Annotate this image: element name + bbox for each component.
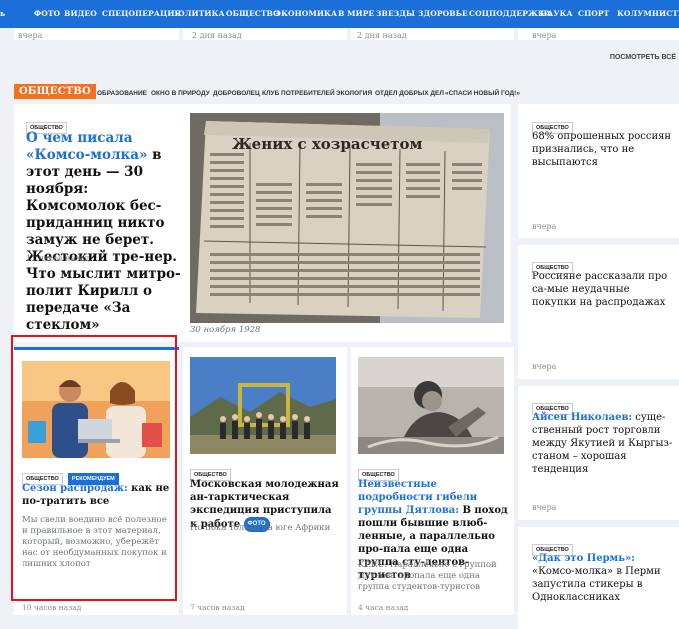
expedition-group-image [190,357,336,454]
subtab-education[interactable]: ОБРАЗОВАНИЕ [97,90,147,97]
subtab-volunteer[interactable]: ДОБРОВОЛЕЦ [213,90,260,97]
right-article-card[interactable]: ОБЩЕСТВО 68% опрошенных россиян признали… [518,104,679,238]
see-all-link[interactable]: ПОСМОТРЕТЬ ВСЁ [610,54,676,61]
main-article-title[interactable]: О чем писала «Комсо-молка» в этот день —… [26,130,188,334]
subtab-good-deeds[interactable]: ОТДЕЛ ДОБРЫХ ДЕЛ [375,90,444,97]
right-article-title[interactable]: 68% опрошенных россиян признались, что н… [532,130,674,169]
article-time: 4 часа назад [358,603,409,612]
newspaper-headline: Жених с хозрасчетом [232,135,423,153]
bottom-article-card[interactable]: ОБЩЕСТВО Неизвестные подробности гибели … [351,347,514,615]
newspaper-image: Жених с хозрасчетом [190,113,504,323]
right-article-card[interactable]: ОБЩЕСТВО Айсен Николаев: суще-ственный р… [518,386,679,520]
article-time: 7 часов назад [190,603,245,612]
nav-item-sport[interactable]: СПОРТ [578,9,609,18]
nav-item-photo[interactable]: ФОТО [34,9,60,18]
expedition-photo[interactable] [190,357,336,454]
right-article-card[interactable]: ОБЩЕСТВО Россияне рассказали про са-мые … [518,245,679,379]
section-badge[interactable]: ОБЩЕСТВО [14,84,96,99]
nav-item-society[interactable]: ОБЩЕСТВО [226,9,280,18]
subtab-nature[interactable]: ОКНО В ПРИРОДУ [151,90,210,97]
right-article-title[interactable]: Россияне рассказали про са-мые неудачные… [532,270,674,309]
highlight-box [11,335,177,601]
subtab-consumer-club[interactable]: КЛУБ ПОТРЕБИТЕЛЕЙ [262,90,335,97]
nav-item-columnists[interactable]: КОЛУМНИСТЫ [617,9,679,18]
nav-item-economy[interactable]: ЭКОНОМИКА [275,9,337,18]
article-time: 10 часов назад [22,603,82,612]
main-article-card[interactable]: ОБЩЕСТВО О чем писала «Комсо-молка» в эт… [14,104,511,342]
article-time: вчера [532,362,557,371]
nav-item-special-operation[interactable]: СПЕЦОПЕРАЦИЯ [102,9,181,18]
dyatlov-photo[interactable] [358,357,504,454]
bottom-article-card[interactable]: ОБЩЕСТВО Московская молодежная ан-таркти… [183,347,347,615]
photo-caption: 30 ноября 1928 [190,325,261,335]
newspaper-photo[interactable]: Жених с хозрасчетом [190,113,504,323]
subtab-save-new-year[interactable]: «СПАСИ НОВЫЙ ГОД!» [445,90,520,97]
nav-item-video[interactable]: ВИДЕО [64,9,97,18]
right-article-title[interactable]: Айсен Николаев: суще-ственный рост торго… [532,411,674,476]
article-time: вчера [532,222,557,231]
nav-item-health[interactable]: ЗДОРОВЬЕ [418,9,468,18]
article-time: вчера [532,503,557,512]
strip-time: 2 дня назад [357,31,407,40]
top-navigation: ь ФОТО ВИДЕО СПЕЦОПЕРАЦИЯ ПОЛИТИКА ОБЩЕС… [0,0,679,28]
nav-item-science[interactable]: НАУКА [540,9,573,18]
nav-item-world[interactable]: В МИРЕ [338,9,374,18]
right-article-card[interactable]: ОБЩЕСТВО «Дак это Пермь»: «Комсо-молка» … [518,527,679,629]
subtab-ecology[interactable]: ЭКОЛОГИЯ [336,90,372,97]
article-time: 11 часов назад [26,254,90,263]
nav-item-social-support[interactable]: СОЦПОДДЕРЖКА [469,9,551,18]
nav-item-partial[interactable]: ь [0,9,5,18]
strip-time: вчера [532,31,557,40]
article-lead: KP.RU: Параллельно с группой Дятлова про… [358,560,497,592]
nav-item-stars[interactable]: ЗВЕЗДЫ [376,9,415,18]
right-article-title[interactable]: «Дак это Пермь»: «Комсо-молка» в Перми з… [532,552,674,604]
dyatlov-bw-image [358,357,504,454]
strip-time: 2 дня назад [192,31,242,40]
article-lead: Но пока только на юге Африки [190,523,331,533]
nav-item-politics[interactable]: ПОЛИТИКА [171,9,225,18]
strip-time: вчера [18,31,43,40]
